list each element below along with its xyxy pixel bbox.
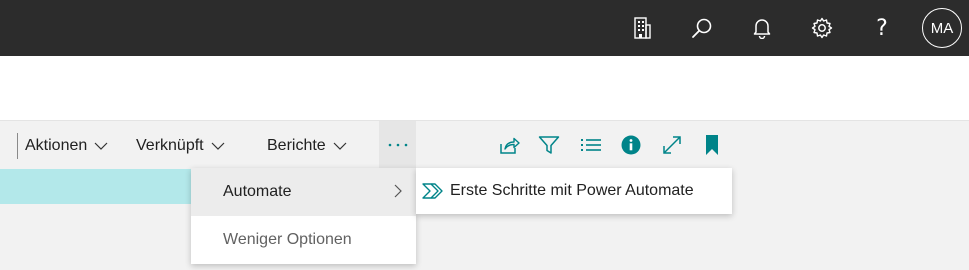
menu-item-fewer-options-label: Weniger Optionen <box>223 231 352 248</box>
chevron-down-icon <box>211 142 225 150</box>
help-icon[interactable]: ? <box>866 12 898 44</box>
reports-menu-button[interactable]: Berichte <box>267 132 347 160</box>
menu-item-automate[interactable]: Automate <box>191 168 416 216</box>
share-icon[interactable] <box>497 133 521 157</box>
gear-icon[interactable] <box>806 12 838 44</box>
automate-submenu: Erste Schritte mit Power Automate <box>416 168 732 214</box>
menu-item-automate-label: Automate <box>223 183 292 200</box>
info-icon[interactable] <box>619 133 643 157</box>
related-menu-label: Verknüpft <box>136 137 204 154</box>
submenu-item-getting-started[interactable]: Erste Schritte mit Power Automate <box>450 182 694 200</box>
more-options-button[interactable] <box>379 121 416 169</box>
app-top-bar: ? MA <box>0 0 969 56</box>
related-menu-button[interactable]: Verknüpft <box>136 132 225 160</box>
actions-menu-label: Aktionen <box>25 137 88 154</box>
page-header-area <box>0 56 969 120</box>
filter-icon[interactable] <box>537 133 561 157</box>
bookmark-icon[interactable] <box>700 133 724 157</box>
ellipsis-icon <box>388 143 407 147</box>
chevron-down-icon <box>94 142 108 150</box>
more-options-dropdown: Automate Weniger Optionen <box>191 168 416 264</box>
actions-menu-button[interactable]: Aktionen <box>25 132 108 160</box>
expand-icon[interactable] <box>660 133 684 157</box>
chevron-right-icon <box>394 184 402 198</box>
action-bar-divider <box>17 133 18 159</box>
action-bar: Aktionen Verknüpft Berichte <box>0 120 969 169</box>
reports-menu-label: Berichte <box>267 137 326 154</box>
menu-item-fewer-options[interactable]: Weniger Optionen <box>191 216 416 264</box>
help-glyph: ? <box>876 15 888 41</box>
user-avatar[interactable]: MA <box>922 8 962 48</box>
list-icon[interactable] <box>579 133 603 157</box>
search-icon[interactable] <box>686 12 718 44</box>
bell-icon[interactable] <box>746 12 778 44</box>
chevron-down-icon <box>333 142 347 150</box>
power-automate-icon <box>422 183 444 199</box>
company-icon[interactable] <box>626 12 658 44</box>
